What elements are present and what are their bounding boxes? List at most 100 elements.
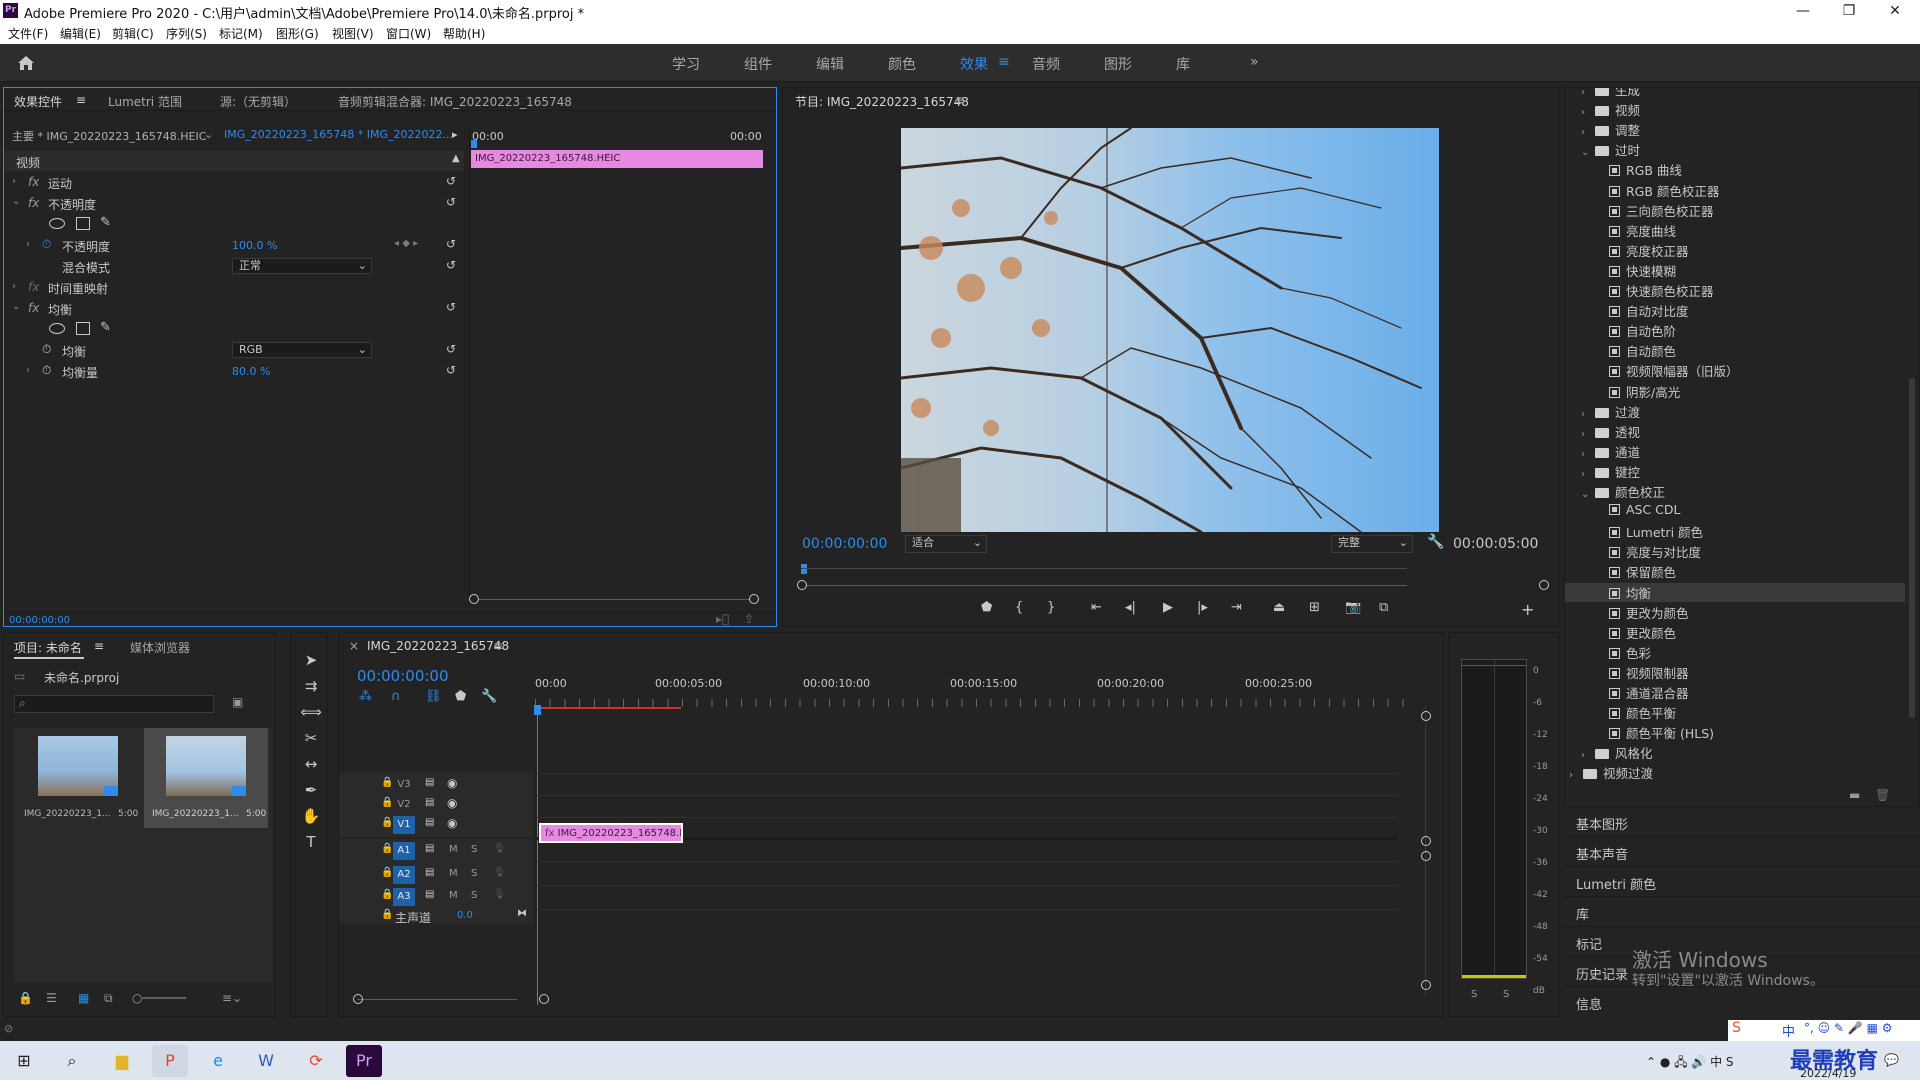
- track-target-button[interactable]: V2: [393, 796, 415, 814]
- pen-tool-icon[interactable]: ✒: [299, 781, 323, 805]
- effects-folder[interactable]: › 过渡: [1581, 402, 1640, 421]
- track-lock-icon[interactable]: 🔒: [381, 909, 393, 920]
- mini-zoom-bar[interactable]: [474, 599, 756, 600]
- mute-button[interactable]: M: [449, 844, 458, 855]
- tab-source[interactable]: 源:（无剪辑）: [220, 93, 296, 110]
- scroll-handle-icon[interactable]: [1421, 851, 1431, 861]
- close-tab-icon[interactable]: ×: [349, 639, 359, 653]
- rectangle-mask-icon[interactable]: [76, 217, 90, 230]
- edge-icon[interactable]: e: [200, 1045, 236, 1077]
- effect-item[interactable]: 更改颜色: [1609, 623, 1676, 642]
- panel-menu-icon[interactable]: ≡: [76, 93, 86, 107]
- history-section[interactable]: 历史记录: [1576, 964, 1628, 983]
- expand-chevron-icon[interactable]: ›: [1581, 107, 1595, 118]
- effect-item[interactable]: 自动颜色: [1609, 341, 1676, 360]
- tab-effect-controls[interactable]: 效果控件: [14, 93, 62, 110]
- lumetri-color-section[interactable]: Lumetri 颜色: [1576, 874, 1656, 893]
- track-select-tool-icon[interactable]: ⇉: [299, 677, 323, 701]
- equalize-amount-row[interactable]: › ⏱ 均衡量 80.0 % ↺: [4, 361, 464, 381]
- mute-button[interactable]: M: [449, 868, 458, 879]
- menu-marker[interactable]: 标记(M): [219, 25, 263, 42]
- zoom-handle-left[interactable]: [797, 580, 807, 590]
- program-timecode[interactable]: 00:00:00:00: [802, 536, 887, 552]
- video-track-header[interactable]: 🔒 V1 ▤ ◉: [339, 815, 577, 835]
- expand-chevron-icon[interactable]: ›: [26, 239, 30, 250]
- sync-lock-icon[interactable]: ▤: [425, 817, 434, 828]
- effect-item[interactable]: 保留颜色: [1609, 562, 1676, 581]
- effect-item[interactable]: 更改为颜色: [1609, 603, 1689, 622]
- hand-tool-icon[interactable]: ✋: [299, 807, 323, 831]
- list-view-icon[interactable]: ☰: [46, 991, 57, 1005]
- effects-folder[interactable]: › 透视: [1581, 422, 1640, 441]
- effect-item[interactable]: 快速颜色校正器: [1609, 281, 1714, 300]
- workspace-color[interactable]: 颜色: [888, 54, 916, 74]
- expand-chevron-icon[interactable]: ›: [12, 176, 16, 187]
- ime-tools-icon[interactable]: °, ☺ ✎ 🎤 ▦ ⚙: [1804, 1021, 1893, 1035]
- mark-out-icon[interactable]: }: [1047, 600, 1055, 615]
- reset-icon[interactable]: ↺: [446, 174, 456, 188]
- effect-item[interactable]: RGB 颜色校正器: [1609, 181, 1719, 200]
- sort-icon[interactable]: ≡⌄: [222, 991, 242, 1005]
- expand-chevron-icon[interactable]: ›: [1581, 409, 1595, 420]
- maximize-button[interactable]: ❐: [1826, 0, 1872, 22]
- new-bin-search-icon[interactable]: ▣: [232, 695, 243, 709]
- effects-scrollbar[interactable]: [1909, 378, 1915, 718]
- workspace-graphics[interactable]: 图形: [1104, 54, 1132, 74]
- freeform-view-icon[interactable]: ⧉: [104, 991, 113, 1006]
- export-icon[interactable]: ⇪: [744, 612, 754, 626]
- step-forward-icon[interactable]: |▸: [1197, 600, 1208, 615]
- ripple-edit-tool-icon[interactable]: ⟺: [299, 703, 323, 727]
- tab-project[interactable]: 项目: 未命名: [14, 639, 82, 656]
- expand-chevron-icon[interactable]: ›: [1581, 750, 1595, 761]
- fx-badge-icon[interactable]: fx: [28, 196, 39, 210]
- ellipse-mask-icon[interactable]: [49, 218, 65, 229]
- sync-lock-icon[interactable]: ▤: [425, 889, 434, 900]
- tab-media-browser[interactable]: 媒体浏览器: [130, 639, 190, 656]
- expand-chevron-icon[interactable]: ›: [1581, 88, 1595, 98]
- zoom-slider-handle[interactable]: ○──────: [132, 991, 186, 1005]
- audio-track-header[interactable]: 🔒 A1 ▤ M S 🎙: [339, 841, 577, 861]
- equalize-amount-value[interactable]: 80.0 %: [232, 365, 270, 378]
- workspace-audio[interactable]: 音频: [1032, 54, 1060, 74]
- effect-item[interactable]: 亮度曲线: [1609, 221, 1676, 240]
- button-editor-plus-icon[interactable]: +: [1521, 600, 1534, 619]
- stopwatch-icon[interactable]: ⏱: [42, 342, 51, 357]
- zoom-handle-left[interactable]: [353, 994, 363, 1004]
- selection-tool-icon[interactable]: ➤: [299, 651, 323, 675]
- pen-mask-icon[interactable]: ✎: [100, 320, 111, 335]
- mini-timeline-clip[interactable]: IMG_20220223_165748.HEIC: [471, 150, 763, 168]
- acrobat-icon[interactable]: ⟳: [298, 1045, 334, 1077]
- premiere-taskbar-icon[interactable]: Pr: [346, 1045, 382, 1077]
- sogou-ime-icon[interactable]: S: [1732, 1020, 1741, 1036]
- fx-badge-icon[interactable]: fx: [28, 175, 39, 189]
- menu-sequence[interactable]: 序列(S): [166, 25, 207, 42]
- linked-selection-icon[interactable]: ⛓: [425, 689, 442, 704]
- solo-button[interactable]: S: [471, 890, 477, 901]
- expand-chevron-icon[interactable]: ›: [12, 281, 16, 292]
- go-to-out-icon[interactable]: ⇥: [1231, 600, 1242, 615]
- home-icon[interactable]: [16, 53, 36, 73]
- expand-chevron-icon[interactable]: ›: [26, 365, 30, 376]
- menu-view[interactable]: 视图(V): [332, 25, 374, 42]
- track-lock-icon[interactable]: 🔒: [381, 867, 393, 878]
- menu-window[interactable]: 窗口(W): [386, 25, 431, 42]
- tab-sequence[interactable]: IMG_20220223_165748: [367, 639, 509, 653]
- play-icon[interactable]: ▶: [1163, 600, 1173, 615]
- collapse-chevron-icon[interactable]: ⌄: [1581, 489, 1595, 500]
- timeline-ruler[interactable]: 00:00 00:00:05:00 00:00:10:00 00:00:15:0…: [535, 677, 1415, 713]
- workspace-assembly[interactable]: 组件: [744, 54, 772, 74]
- notification-icon[interactable]: 💬: [1884, 1053, 1899, 1067]
- opacity-row[interactable]: ⌄ fx 不透明度 ↺: [4, 193, 464, 213]
- effects-folder[interactable]: › 生成: [1581, 88, 1640, 99]
- zoom-handle-right[interactable]: [749, 594, 759, 604]
- effects-folder[interactable]: › 风格化: [1581, 743, 1653, 762]
- zoom-handle-left[interactable]: [469, 594, 479, 604]
- expand-chevron-icon[interactable]: ›: [1581, 449, 1595, 460]
- panel-menu-icon[interactable]: ≡: [493, 639, 503, 653]
- vertical-zoom-bar[interactable]: [1425, 705, 1426, 995]
- effect-item[interactable]: 色彩: [1609, 643, 1651, 662]
- reset-icon[interactable]: ↺: [446, 195, 456, 209]
- microphone-icon[interactable]: 🎙: [493, 843, 506, 854]
- collapse-chevron-icon[interactable]: ⌄: [12, 301, 20, 312]
- effect-item[interactable]: 亮度校正器: [1609, 241, 1689, 260]
